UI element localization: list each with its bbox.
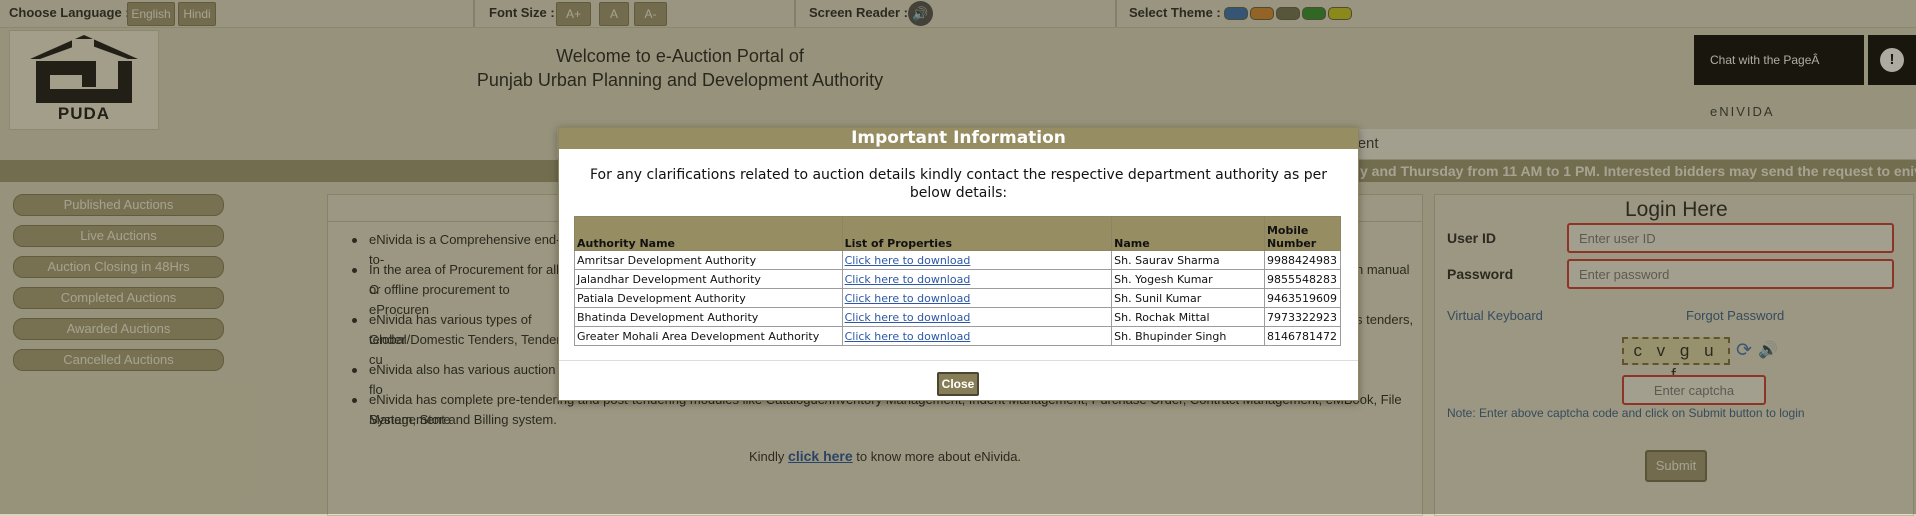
column-header: Authority Name	[574, 216, 843, 251]
important-information-dialog: Important Information For any clarificat…	[558, 127, 1359, 401]
table-row: Jalandhar Development Authority Click he…	[574, 269, 1342, 289]
download-cell: Click here to download	[841, 269, 1113, 289]
contact-name-cell: Sh. Rochak Mittal	[1111, 307, 1265, 327]
download-link[interactable]: Click here to download	[845, 273, 971, 286]
mobile-cell: 8146781472	[1263, 326, 1342, 346]
column-header: List of Properties	[841, 216, 1113, 251]
column-header: Name	[1111, 216, 1265, 251]
contact-name-cell: Sh. Bhupinder Singh	[1111, 326, 1265, 346]
contact-name-cell: Sh. Yogesh Kumar	[1111, 269, 1265, 289]
table-row: Patiala Development Authority Click here…	[574, 288, 1342, 308]
download-cell: Click here to download	[841, 250, 1113, 270]
mobile-cell: 9855548283	[1263, 269, 1342, 289]
dialog-title: Important Information	[559, 128, 1358, 149]
table-row: Amritsar Development Authority Click her…	[574, 250, 1342, 270]
authority-cell: Patiala Development Authority	[574, 288, 843, 308]
download-link[interactable]: Click here to download	[845, 254, 971, 267]
authority-cell: Bhatinda Development Authority	[574, 307, 843, 327]
mobile-cell: 9463519609	[1263, 288, 1342, 308]
table-header-row: Authority Name List of Properties Name M…	[574, 216, 1342, 251]
table-row: Greater Mohali Area Development Authorit…	[574, 326, 1342, 346]
mobile-cell: 7973322923	[1263, 307, 1342, 327]
download-link[interactable]: Click here to download	[845, 311, 971, 324]
dialog-divider	[559, 360, 1358, 361]
download-link[interactable]: Click here to download	[845, 330, 971, 343]
authority-cell: Amritsar Development Authority	[574, 250, 843, 270]
download-cell: Click here to download	[841, 307, 1113, 327]
dialog-message: For any clarifications related to auctio…	[590, 167, 1327, 201]
column-header: Mobile Number	[1263, 216, 1342, 251]
download-link[interactable]: Click here to download	[845, 292, 971, 305]
authority-cell: Jalandhar Development Authority	[574, 269, 843, 289]
close-button[interactable]: Close	[937, 372, 979, 396]
contact-name-cell: Sh. Saurav Sharma	[1111, 250, 1265, 270]
download-cell: Click here to download	[841, 326, 1113, 346]
mobile-cell: 9988424983	[1263, 250, 1342, 270]
contact-name-cell: Sh. Sunil Kumar	[1111, 288, 1265, 308]
table-row: Bhatinda Development Authority Click her…	[574, 307, 1342, 327]
authority-table: Authority Name List of Properties Name M…	[574, 216, 1342, 346]
download-cell: Click here to download	[841, 288, 1113, 308]
authority-cell: Greater Mohali Area Development Authorit…	[574, 326, 843, 346]
